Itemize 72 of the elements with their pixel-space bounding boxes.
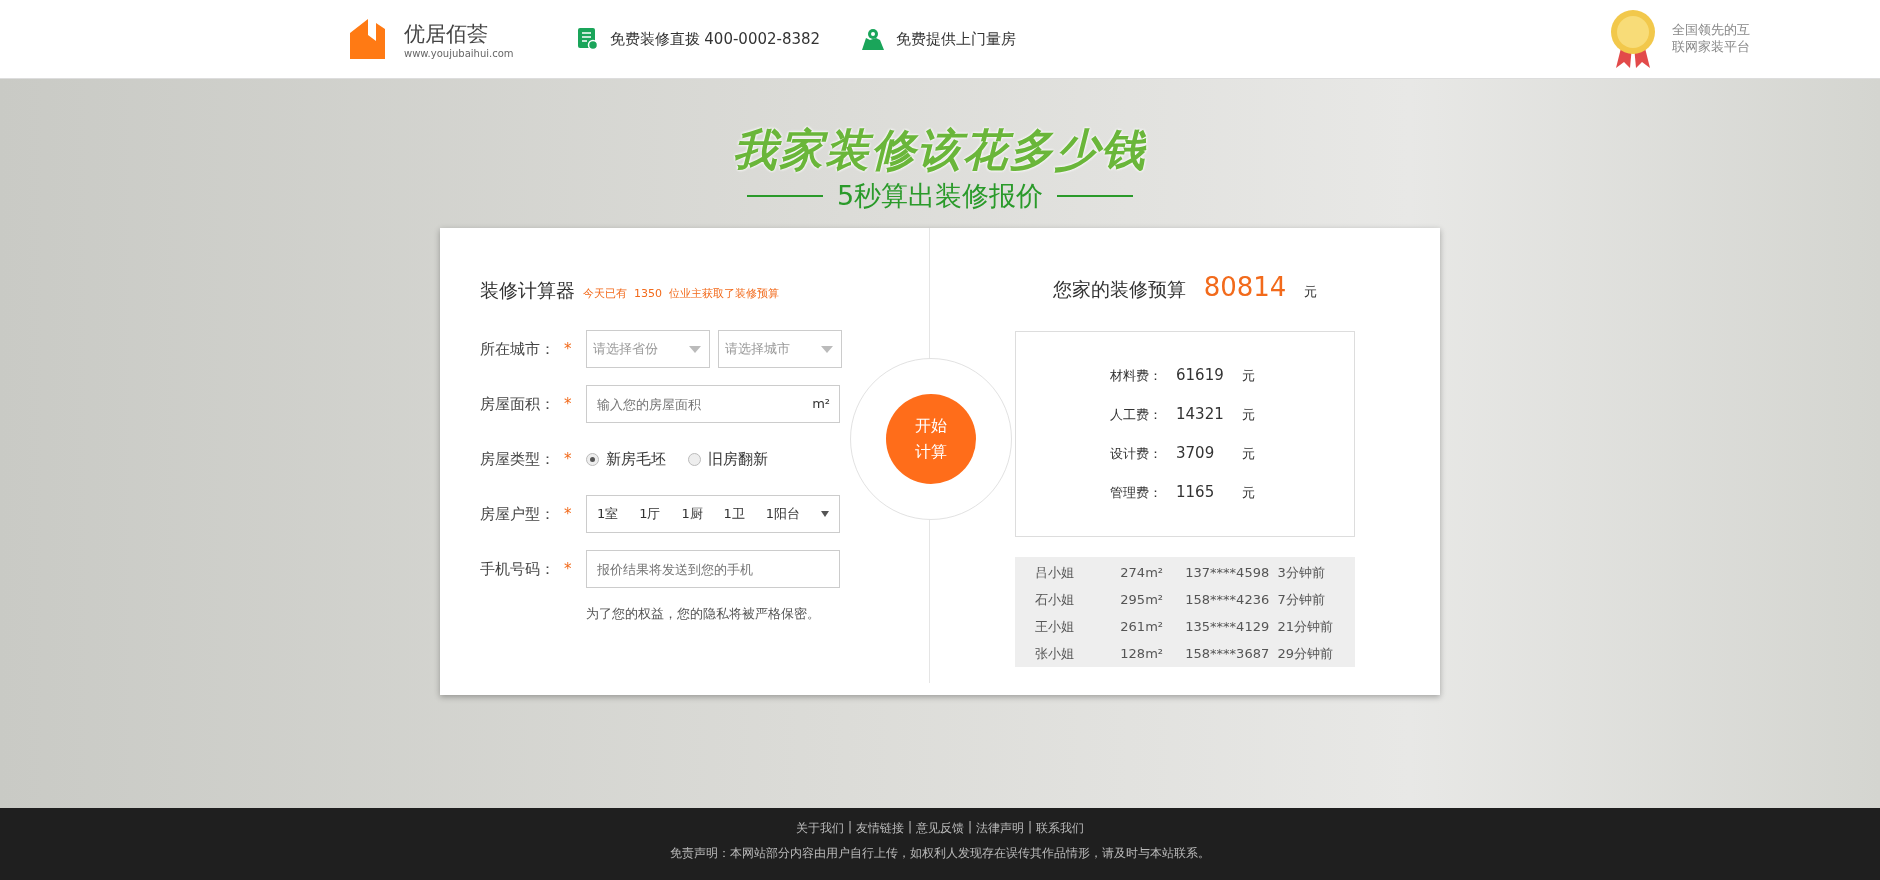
measure-text: 免费提供上门量房 [896, 29, 1017, 49]
footer-link[interactable]: 联系我们 [1036, 820, 1085, 837]
list-cell-text: 261m² [1120, 619, 1165, 634]
list-cell-text: 张小姐 [1035, 644, 1075, 663]
field-label: 所在城市： [480, 339, 556, 359]
list-cell-text: 石小姐 [1035, 590, 1075, 609]
field-label: 手机号码： [480, 559, 556, 579]
map-pin-icon [862, 28, 885, 50]
list-cell-text: 吕小姐 [1035, 563, 1075, 582]
footer-link[interactable]: 法律声明 [976, 820, 1025, 837]
separator-text: | [968, 820, 973, 836]
field-label: 房屋户型： [480, 504, 556, 524]
currency-unit: 元 [1242, 367, 1255, 385]
brand-name: 优居佰荟 [404, 20, 489, 48]
cost-label: 管理费： [1110, 484, 1163, 502]
currency-unit: 元 [1304, 283, 1318, 301]
required-mark: * [564, 395, 573, 413]
list-cell-text: 7分钟前 [1277, 590, 1326, 609]
required-mark: * [564, 505, 573, 523]
footer-link[interactable]: 友情链接 [855, 820, 904, 837]
separator-text: | [1028, 820, 1033, 836]
currency-unit: 元 [1242, 484, 1255, 502]
footer-link[interactable]: 意见反馈 [916, 820, 964, 837]
hero-title: 我家装修该花多少钱 [733, 123, 1147, 177]
document-icon [577, 28, 598, 50]
dropdown-icon [689, 345, 701, 353]
currency-unit: 元 [1242, 445, 1255, 463]
required-mark: * [564, 560, 573, 578]
list-cell-text: 王小姐 [1035, 617, 1075, 636]
budget-total: 80814 [1203, 272, 1287, 302]
list-cell-text: 29分钟前 [1277, 644, 1334, 663]
list-cell-text: 158****3687 [1185, 646, 1271, 661]
field-label: 房屋面积： [480, 394, 556, 414]
cost-value: 61619 [1176, 366, 1225, 384]
list-cell-text: 21分钟前 [1277, 617, 1334, 636]
privacy-note: 为了您的权益，您的隐私将被严格保密。 [586, 605, 821, 623]
brand-url: www.youjubaihui.com [404, 47, 514, 59]
dropdown-icon [820, 511, 829, 517]
hotline-text: 免费装修直拨 400-0002-8382 [609, 29, 821, 49]
radio-option[interactable]: 新房毛坯 [586, 449, 666, 469]
footer-link[interactable]: 关于我们 [795, 820, 844, 837]
required-mark: * [564, 340, 573, 358]
list-cell-text: 135****4129 [1185, 619, 1271, 634]
required-mark: * [564, 450, 573, 468]
cost-value: 3709 [1176, 444, 1216, 462]
list-cell-text: 274m² [1120, 565, 1165, 580]
list-cell-text: 158****4236 [1185, 592, 1271, 607]
disclaimer-text: 免责声明：本网站部分内容由用户自行上传，如权利人发现存在误传其作品情形，请及时与本站联系。 [670, 845, 1210, 862]
layout-select[interactable]: 1室 1厅 1厨 1卫 1阳台 [586, 495, 840, 533]
cost-value: 14321 [1176, 405, 1225, 423]
list-cell-text: 3分钟前 [1277, 563, 1326, 582]
unit-label: m² [812, 396, 830, 411]
list-cell-text: 137****4598 [1185, 565, 1271, 580]
currency-unit: 元 [1242, 406, 1255, 424]
field-label: 房屋类型： [480, 449, 556, 469]
list-cell-text: 128m² [1120, 646, 1165, 661]
hero-subtitle: 5秒算出装修报价 [836, 179, 1044, 213]
cost-value: 1165 [1176, 483, 1216, 501]
separator-text: | [907, 820, 912, 836]
radio-option[interactable]: 旧房翻新 [688, 449, 768, 469]
dropdown-icon [821, 345, 833, 353]
budget-title: 您家的装修预算 [1052, 277, 1186, 302]
cost-label: 设计费： [1110, 445, 1163, 463]
notice-text: 今天已有 1350 位业主获取了装修预算 [583, 286, 779, 301]
cost-label: 人工费： [1110, 406, 1163, 424]
medal-icon [1610, 10, 1656, 68]
cost-label: 材料费： [1110, 367, 1163, 385]
list-cell-text: 295m² [1120, 592, 1165, 607]
separator-text: | [847, 820, 852, 836]
phone-field[interactable]: 报价结果将发送到您的手机 [586, 550, 840, 588]
calculator-title: 装修计算器 [480, 278, 575, 303]
badge-text: 全国领先的互联网家装平台 [1672, 22, 1751, 56]
